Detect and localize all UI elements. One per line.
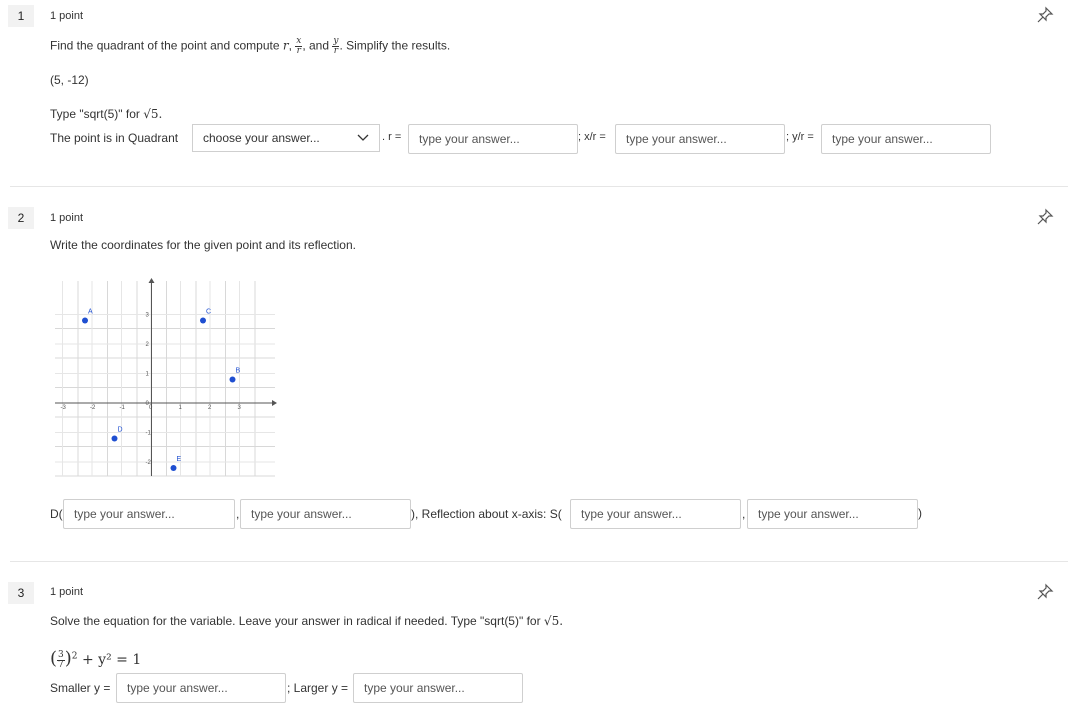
divider <box>10 561 1068 562</box>
larger-y-input[interactable]: type your answer... <box>353 673 523 703</box>
x-tick-label: -2 <box>90 405 96 411</box>
quadrant-select[interactable]: choose your answer... <box>192 124 380 152</box>
coordinate-graph: -3 -2 -1 0 1 2 3 3 2 1 0 -1 -2 A C B D E <box>55 278 277 477</box>
r-input[interactable]: type your answer... <box>408 124 578 154</box>
x-tick-label: 3 <box>238 405 242 411</box>
points-label: 1 point <box>50 212 84 224</box>
x-tick-label: -1 <box>120 405 126 411</box>
question-number: 1 <box>8 5 34 27</box>
s-x-input[interactable]: type your answer... <box>570 499 741 529</box>
comma: , <box>742 507 746 521</box>
smaller-y-label: Smaller y = <box>50 681 111 695</box>
question-number: 3 <box>8 582 34 604</box>
point-E <box>170 465 177 471</box>
point-label-C: C <box>206 309 211 316</box>
y-tick-label: 2 <box>146 342 150 348</box>
y-tick-label: -2 <box>146 460 152 466</box>
question-prompt: Find the quadrant of the point and compu… <box>50 36 451 56</box>
point-A <box>82 317 88 324</box>
s-y-input[interactable]: type your answer... <box>747 499 918 529</box>
select-value: choose your answer... <box>203 131 320 145</box>
quadrant-label: The point is in Quadrant <box>50 131 179 145</box>
x-tick-label: -3 <box>61 405 67 411</box>
reflection-label: ), Reflection about x-axis: S( <box>411 507 562 521</box>
xr-label: ; x/r = <box>578 131 606 143</box>
d-y-input[interactable]: type your answer... <box>240 499 411 529</box>
hint-text: Type "sqrt(5)" for √5. <box>50 107 163 121</box>
y-tick-label: 3 <box>146 313 150 319</box>
grid-lines <box>55 281 275 477</box>
question-prompt: Write the coordinates for the given poin… <box>50 238 356 252</box>
x-tick-labels: -3 -2 -1 0 1 2 3 <box>61 405 242 411</box>
point-B <box>229 376 236 383</box>
question-prompt: Solve the equation for the variable. Lea… <box>50 614 564 628</box>
comma: , <box>236 507 240 521</box>
xr-input[interactable]: type your answer... <box>615 124 785 154</box>
point-label-D: D <box>118 427 123 434</box>
r-label: . r = <box>382 131 402 143</box>
y-tick-label: 1 <box>146 372 150 378</box>
yr-input[interactable]: type your answer... <box>821 124 991 154</box>
points-label: 1 point <box>50 586 84 598</box>
question-number: 2 <box>8 207 34 229</box>
divider <box>10 186 1068 187</box>
x-tick-label: 2 <box>208 405 212 411</box>
pin-icon[interactable] <box>1036 583 1054 601</box>
pin-icon[interactable] <box>1036 208 1054 226</box>
d-label: D( <box>50 507 63 521</box>
larger-y-label: ; Larger y = <box>287 681 349 695</box>
point-C <box>200 317 206 324</box>
pin-icon[interactable] <box>1036 6 1054 24</box>
close-paren: ) <box>918 506 922 520</box>
y-tick-label: -1 <box>146 431 152 437</box>
equation: (3 7)2 + y² = 1 <box>50 648 142 670</box>
points-label: 1 point <box>50 10 84 22</box>
smaller-y-input[interactable]: type your answer... <box>116 673 286 703</box>
point-D <box>111 435 118 442</box>
x-tick-label: 0 <box>149 405 153 411</box>
x-tick-label: 1 <box>179 405 183 411</box>
yr-label: ; y/r = <box>786 131 814 143</box>
d-x-input[interactable]: type your answer... <box>63 499 235 529</box>
point-label-E: E <box>177 456 182 463</box>
point-label-A: A <box>88 309 93 316</box>
given-point: (5, -12) <box>50 73 89 87</box>
chevron-down-icon <box>357 131 369 145</box>
point-label-B: B <box>236 368 241 375</box>
